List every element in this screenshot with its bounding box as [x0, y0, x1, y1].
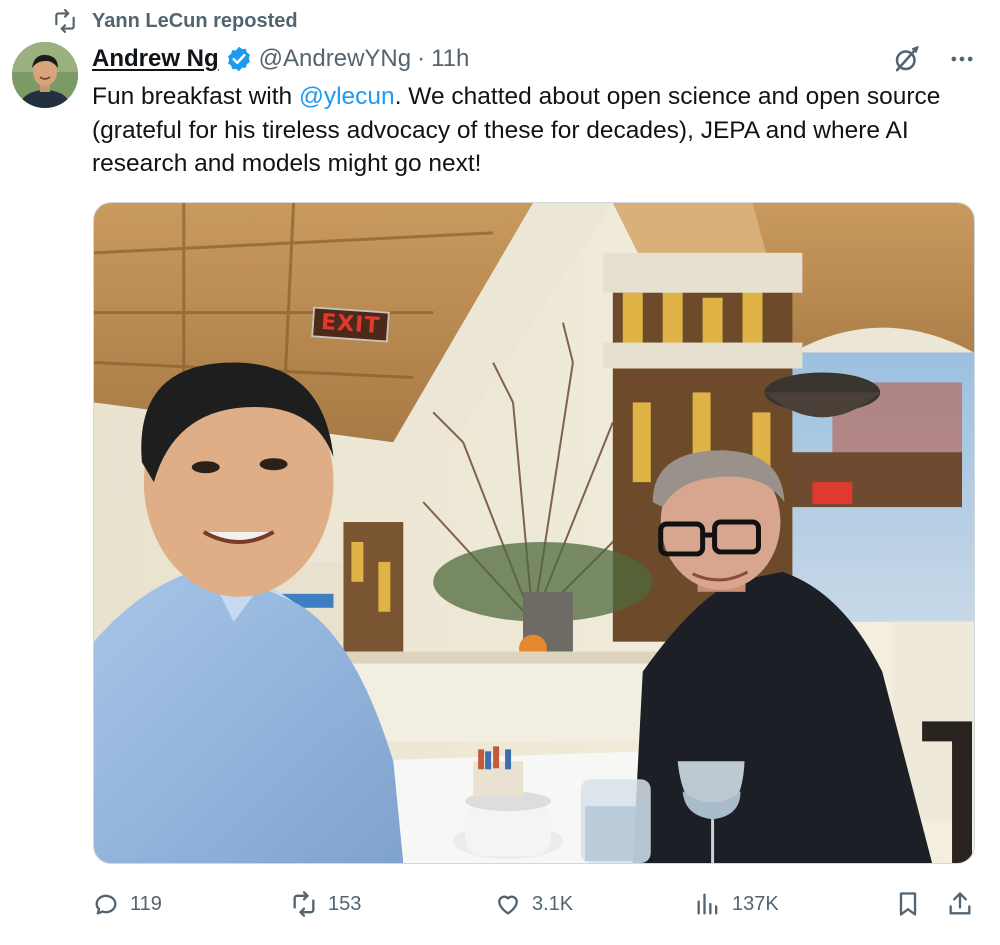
avatar[interactable]	[12, 42, 78, 108]
author-name[interactable]: Andrew Ng	[92, 45, 219, 73]
repost-context[interactable]: Yann LeCun reposted	[52, 6, 298, 36]
tweet-photo[interactable]: EXIT	[93, 202, 975, 864]
reply-count: 119	[130, 892, 162, 915]
repost-button[interactable]: 153	[290, 884, 361, 924]
header-actions	[892, 44, 976, 74]
reply-button[interactable]: 119	[92, 884, 162, 924]
header-separator: ·	[417, 45, 426, 72]
bookmark-icon	[899, 892, 917, 916]
like-count: 3.1K	[532, 892, 574, 915]
views-icon	[697, 893, 718, 915]
repost-label: Yann LeCun reposted	[92, 9, 298, 32]
share-icon	[949, 892, 971, 915]
tweet-text: Fun breakfast with @ylecun. We chatted a…	[92, 80, 972, 181]
share-button[interactable]	[946, 884, 974, 924]
tweet-actions: 119 153 3.1K 137K	[92, 884, 976, 924]
repost-count: 153	[328, 892, 362, 915]
more-icon[interactable]	[948, 45, 976, 73]
repost-icon	[293, 891, 315, 917]
grok-icon[interactable]	[892, 44, 922, 74]
bookmark-button[interactable]	[894, 884, 922, 924]
verified-badge-icon[interactable]	[225, 45, 253, 73]
tweet-text-start: Fun breakfast with	[92, 83, 299, 110]
tweet-header: Andrew Ng @AndrewYNg · 11h	[92, 42, 469, 76]
views-count: 137K	[732, 892, 779, 915]
mention-link[interactable]: @ylecun	[299, 83, 395, 110]
author-handle[interactable]: @AndrewYNg	[259, 45, 411, 73]
heart-icon	[498, 895, 518, 915]
reply-icon	[95, 894, 117, 915]
like-button[interactable]: 3.1K	[494, 884, 573, 924]
repost-icon	[55, 9, 75, 33]
tweet-timestamp[interactable]: 11h	[431, 45, 469, 73]
views-button[interactable]: 137K	[694, 884, 779, 924]
exit-sign: EXIT	[311, 306, 391, 343]
